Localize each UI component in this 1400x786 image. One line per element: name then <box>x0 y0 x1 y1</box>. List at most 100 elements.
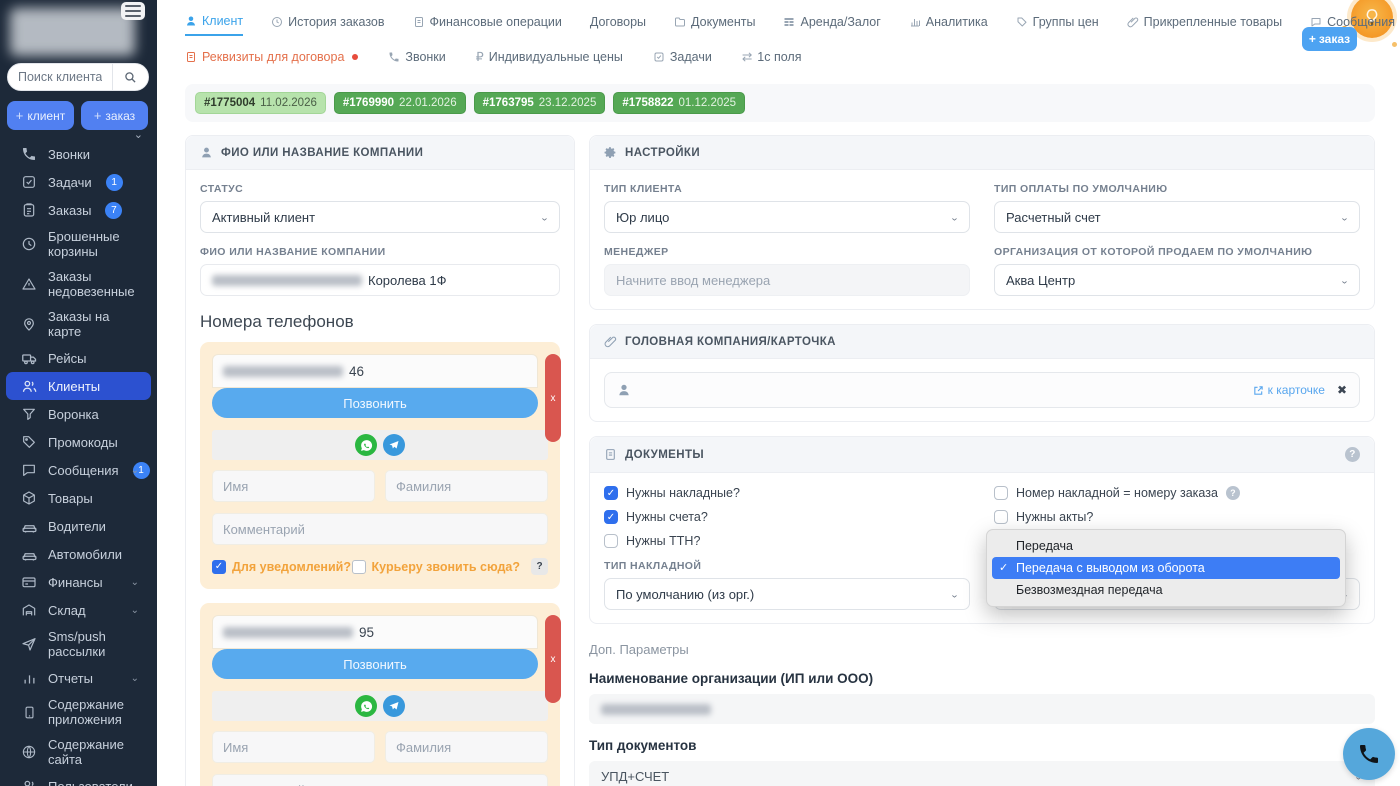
sidebar-item-promocodes[interactable]: Промокоды <box>6 428 151 456</box>
sidebar-item-finance[interactable]: Финансы ⌄ <box>6 568 151 596</box>
first-name-input[interactable] <box>212 731 375 763</box>
tab-price-groups[interactable]: Группы цен <box>1016 15 1099 35</box>
tab-rent-deposit[interactable]: Аренда/Залог <box>783 15 880 35</box>
phone-number-input[interactable]: 46 <box>212 354 538 388</box>
doc-type-label: Тип документов <box>589 738 1375 753</box>
add-client-button[interactable]: +клиент <box>7 101 74 130</box>
telegram-icon[interactable] <box>383 434 405 456</box>
sidebar-item-trips[interactable]: Рейсы <box>6 344 151 372</box>
order-badge[interactable]: #176379523.12.2025 <box>474 92 606 114</box>
tab-tasks[interactable]: Задачи <box>653 50 712 70</box>
person-icon <box>200 146 213 159</box>
tab-analytics[interactable]: Аналитика <box>909 15 988 35</box>
notifications-label[interactable]: Для уведомлений? <box>232 560 351 574</box>
fio-input[interactable]: Королева 1Ф <box>200 264 560 296</box>
tab-contracts[interactable]: Договоры <box>590 15 646 35</box>
org-select[interactable]: Аква Центр ⌄ <box>994 264 1360 296</box>
sidebar-item-clients[interactable]: Клиенты <box>6 372 151 400</box>
client-search-input[interactable] <box>8 70 112 84</box>
status-select[interactable]: Активный клиент ⌄ <box>200 201 560 233</box>
sidebar-item-site-content[interactable]: Содержание сайта <box>6 732 151 772</box>
chevron-down-icon[interactable]: ⌄ <box>131 671 139 686</box>
need-invoices-checkbox[interactable]: ✓ <box>604 486 618 500</box>
tab-financial-operations[interactable]: Финансовые операции <box>413 15 562 35</box>
invoice-equals-order-checkbox[interactable] <box>994 486 1008 500</box>
last-name-input[interactable] <box>385 470 548 502</box>
tab-individual-prices[interactable]: ₽ Индивидуальные цены <box>476 49 623 70</box>
sidebar-item-orders-map[interactable]: Заказы на карте <box>6 304 151 344</box>
open-card-link[interactable]: к карточке <box>1253 383 1325 397</box>
tab-client[interactable]: Клиент <box>185 14 243 36</box>
need-ttn-checkbox[interactable] <box>604 534 618 548</box>
tab-calls[interactable]: Звонки <box>388 50 445 70</box>
chevron-down-icon[interactable]: ⌄ <box>131 603 139 618</box>
dropdown-option[interactable]: Передача <box>992 535 1340 557</box>
sidebar-item-messages[interactable]: Сообщения 1 ⌄ <box>6 456 151 484</box>
sidebar-item-users[interactable]: Пользователи <box>6 772 151 786</box>
add-order-button[interactable]: +заказ <box>81 101 148 130</box>
comment-input[interactable] <box>212 774 548 786</box>
document-icon <box>185 51 197 63</box>
help-icon[interactable]: ? <box>1226 486 1240 500</box>
sidebar-item-orders[interactable]: Заказы 7 <box>6 196 151 224</box>
sidebar-item-abandoned-carts[interactable]: Брошенные корзины <box>6 224 151 264</box>
sidebar-item-drivers[interactable]: Водители <box>6 512 151 540</box>
sidebar-item-products[interactable]: Товары <box>6 484 151 512</box>
payment-type-select[interactable]: Расчетный счет ⌄ <box>994 201 1360 233</box>
telegram-icon[interactable] <box>383 695 405 717</box>
sidebar-item-undelivered-orders[interactable]: Заказы недовезенные <box>6 264 151 304</box>
first-name-input[interactable] <box>212 470 375 502</box>
dropdown-option[interactable]: Безвозмездная передача <box>992 579 1340 601</box>
help-icon[interactable]: ? <box>1345 447 1360 462</box>
help-button[interactable]: ? <box>531 558 548 575</box>
org-label: ОРГАНИЗАЦИЯ ОТ КОТОРОЙ ПРОДАЕМ ПО УМОЛЧА… <box>994 246 1360 258</box>
tab-attached-products[interactable]: Прикрепленные товары <box>1127 15 1282 35</box>
phone-number-input[interactable]: 95 <box>212 615 538 649</box>
remove-link-icon[interactable]: ✖ <box>1337 383 1347 397</box>
search-icon[interactable] <box>112 64 148 90</box>
notifications-checkbox[interactable]: ✓ <box>212 560 226 574</box>
invoice-type-select[interactable]: По умолчанию (из орг.) ⌄ <box>604 578 970 610</box>
courier-call-label[interactable]: Курьеру звонить сюда? <box>372 560 520 574</box>
chevron-down-icon[interactable]: ⌄ <box>131 463 139 478</box>
client-type-select[interactable]: Юр лицо ⌄ <box>604 201 970 233</box>
tab-1c-fields[interactable]: ⇄ 1с поля <box>742 49 802 70</box>
chevron-down-icon[interactable]: ⌄ <box>131 575 139 590</box>
documents-panel: ДОКУМЕНТЫ ? ✓ Нужны накладные? <box>589 436 1375 624</box>
delete-phone-button[interactable]: x <box>545 615 561 703</box>
tab-order-history[interactable]: История заказов <box>271 15 384 35</box>
order-badge[interactable]: #176999022.01.2026 <box>334 92 466 114</box>
whatsapp-icon[interactable] <box>355 434 377 456</box>
call-widget-button[interactable] <box>1343 728 1395 780</box>
need-acts-checkbox[interactable] <box>994 510 1008 524</box>
sidebar-item-funnel[interactable]: Воронка <box>6 400 151 428</box>
delete-phone-button[interactable]: x <box>545 354 561 442</box>
mobile-icon <box>20 703 38 721</box>
invoice-type-dropdown: Передача Передача с выводом из оборота Б… <box>986 529 1346 607</box>
whatsapp-icon[interactable] <box>355 695 377 717</box>
doc-type-select[interactable]: УПД+СЧЕТ ⌄ <box>589 761 1375 786</box>
dropdown-option-selected[interactable]: Передача с выводом из оборота <box>992 557 1340 579</box>
comment-input[interactable] <box>212 513 548 545</box>
order-badge[interactable]: #177500411.02.2026 <box>195 92 326 114</box>
phone-icon <box>388 51 400 63</box>
sidebar-item-reports[interactable]: Отчеты ⌄ <box>6 664 151 692</box>
courier-call-checkbox[interactable] <box>352 560 366 574</box>
tab-contract-details[interactable]: Реквизиты для договора <box>185 50 358 70</box>
sidebar-item-app-content[interactable]: Содержание приложения <box>6 692 151 732</box>
order-badge[interactable]: #175882201.12.2025 <box>613 92 745 114</box>
sidebar-collapse-button[interactable] <box>121 2 145 20</box>
call-button[interactable]: Позвонить <box>212 388 538 418</box>
last-name-input[interactable] <box>385 731 548 763</box>
sidebar-item-warehouse[interactable]: Склад ⌄ <box>6 596 151 624</box>
sidebar-item-calls[interactable]: Звонки <box>6 140 151 168</box>
org-name-input[interactable] <box>589 694 1375 724</box>
sidebar-item-tasks[interactable]: Задачи 1 <box>6 168 151 196</box>
manager-input[interactable] <box>604 264 970 296</box>
sidebar-item-vehicles[interactable]: Автомобили <box>6 540 151 568</box>
tab-documents[interactable]: Документы <box>674 15 755 35</box>
call-button[interactable]: Позвонить <box>212 649 538 679</box>
need-bills-checkbox[interactable]: ✓ <box>604 510 618 524</box>
tab-messages[interactable]: Сообщения <box>1310 15 1395 35</box>
sidebar-item-sms-push[interactable]: Sms/push рассылки <box>6 624 151 664</box>
